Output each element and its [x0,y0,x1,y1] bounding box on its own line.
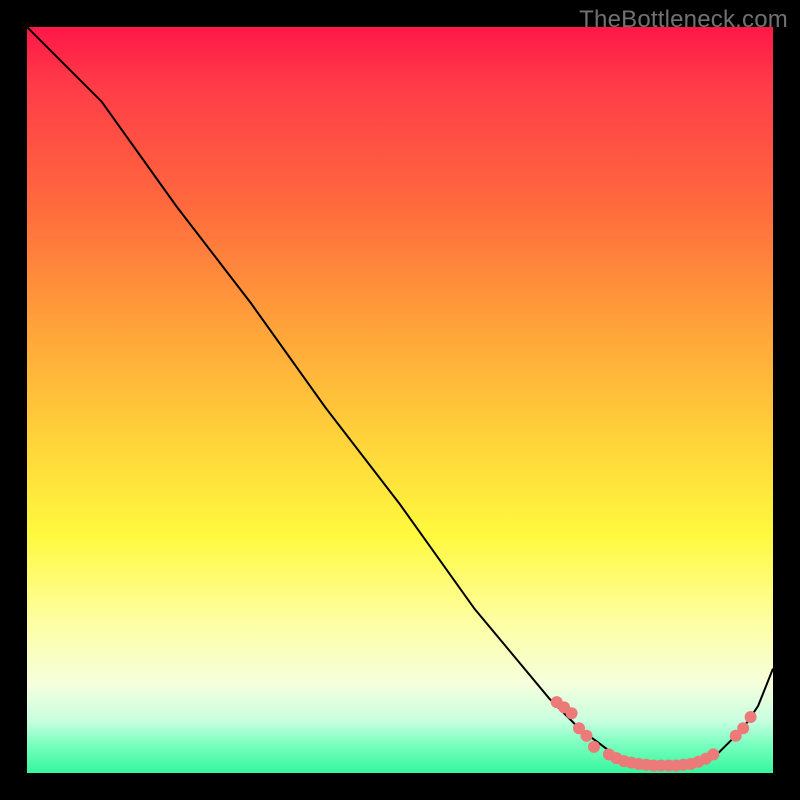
curve-path [27,27,773,766]
plot-area [27,27,773,773]
valley-marker [745,711,757,723]
valley-marker [581,730,593,742]
valley-marker [588,741,600,753]
chart-frame: TheBottleneck.com [0,0,800,800]
curve-layer [27,27,773,773]
watermark-text: TheBottleneck.com [579,6,788,34]
valley-marker [707,748,719,760]
marker-group [551,696,757,771]
valley-marker [566,707,578,719]
valley-marker [737,722,749,734]
